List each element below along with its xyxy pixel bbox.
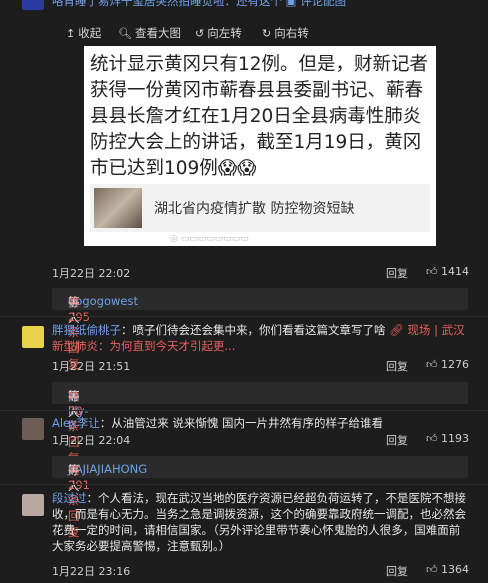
collapse-button[interactable]: ↥ 收起 <box>66 25 101 41</box>
divider <box>0 316 488 317</box>
like-button[interactable]: 👍︎ 1414 <box>426 265 469 278</box>
avatar[interactable] <box>22 494 44 516</box>
watermark: ◎ ▭▭▭▭▭▭▭▭ <box>170 234 249 244</box>
avatar[interactable] <box>22 326 44 348</box>
like-button[interactable]: 👍︎ 1364 <box>426 563 469 576</box>
rotate-right-button[interactable]: ↻ 向右转 <box>262 25 309 41</box>
comment-body: 胖猥纸偷桃子：喷子们待会还会集中来，你们看看这篇文章写了啥 🔗︎ 现场 | 武汉… <box>52 323 465 353</box>
rotate-right-icon: ↻ <box>262 26 272 40</box>
comment-user[interactable]: 胖猥纸偷桃子 <box>52 323 121 337</box>
thumbnail <box>94 188 142 228</box>
thumbs-up-icon: 👍︎ <box>426 358 438 371</box>
reply-summary[interactable]: JIAJIAJIAHONG 等人 共291条回复 <box>52 456 468 539</box>
top-comment-text: 咯肯睡了易烊千玺居突然拍睡觉啦：还有这个 <box>52 0 282 8</box>
comment-time: 1月22日 21:51 <box>52 360 131 373</box>
reply-button[interactable]: 回复 <box>386 432 408 448</box>
rotate-left-icon: ↺ <box>195 26 205 40</box>
divider <box>0 410 488 411</box>
comment-time: 1月22日 23:16 <box>52 565 131 578</box>
reply-summary[interactable]: 丽lily-L 等人 共70条回复 <box>52 382 468 465</box>
thumbs-up-icon: 👍︎ <box>426 265 438 278</box>
thumbs-up-icon: 👍︎ <box>426 563 438 576</box>
comment-body: Alex李让：从油管过来 说来惭愧 国内一片井然有序的样子给谁看 <box>52 416 384 430</box>
comment-image-link[interactable]: ▣ 评论配图 <box>286 0 347 8</box>
divider <box>0 484 488 485</box>
reply-button[interactable]: 回复 <box>386 358 408 374</box>
comment-user[interactable]: Alex李让 <box>52 416 100 430</box>
reply-button[interactable]: 回复 <box>386 265 408 281</box>
comment-body: 段过过：个人看法，现在武汉当地的医疗资源已经超负荷运转了，不是医院不想接收，而是… <box>52 491 466 553</box>
reply-button[interactable]: 回复 <box>386 563 408 579</box>
comment-time: 1月22日 22:02 <box>52 267 131 280</box>
like-button[interactable]: 👍︎ 1193 <box>426 432 469 445</box>
view-large-button[interactable]: 🔍︎ 查看大图 <box>118 25 181 41</box>
avatar[interactable] <box>22 0 44 10</box>
comment-user[interactable]: 段过过 <box>52 491 87 505</box>
avatar[interactable] <box>22 418 44 440</box>
image-caption-card: 湖北省内疫情扩散 防控物资短缺 <box>90 184 430 232</box>
thumbs-up-icon: 👍︎ <box>426 432 438 445</box>
link-icon: 🔗︎ <box>389 323 404 337</box>
comment-time: 1月22日 22:04 <box>52 434 131 447</box>
image-caption: 湖北省内疫情扩散 防控物资短缺 <box>154 201 355 217</box>
zoom-icon: 🔍︎ <box>118 26 132 40</box>
top-comment: 咯肯睡了易烊千玺居突然拍睡觉啦：还有这个 ▣ 评论配图 <box>52 0 346 9</box>
image-main-text: 统计显示黄冈只有12例。但是，财新记者获得一份黄冈市蕲春县县委副书记、蕲春县县长… <box>90 54 429 179</box>
rotate-left-button[interactable]: ↺ 向左转 <box>195 25 242 41</box>
comment-image[interactable]: 统计显示黄冈只有12例。但是，财新记者获得一份黄冈市蕲春县县委副书记、蕲春县县长… <box>84 46 436 246</box>
like-button[interactable]: 👍︎ 1276 <box>426 358 469 371</box>
collapse-icon: ↥ <box>66 26 76 40</box>
reply-summary[interactable]: gogogowest 等人 共295条回复 <box>52 288 468 371</box>
